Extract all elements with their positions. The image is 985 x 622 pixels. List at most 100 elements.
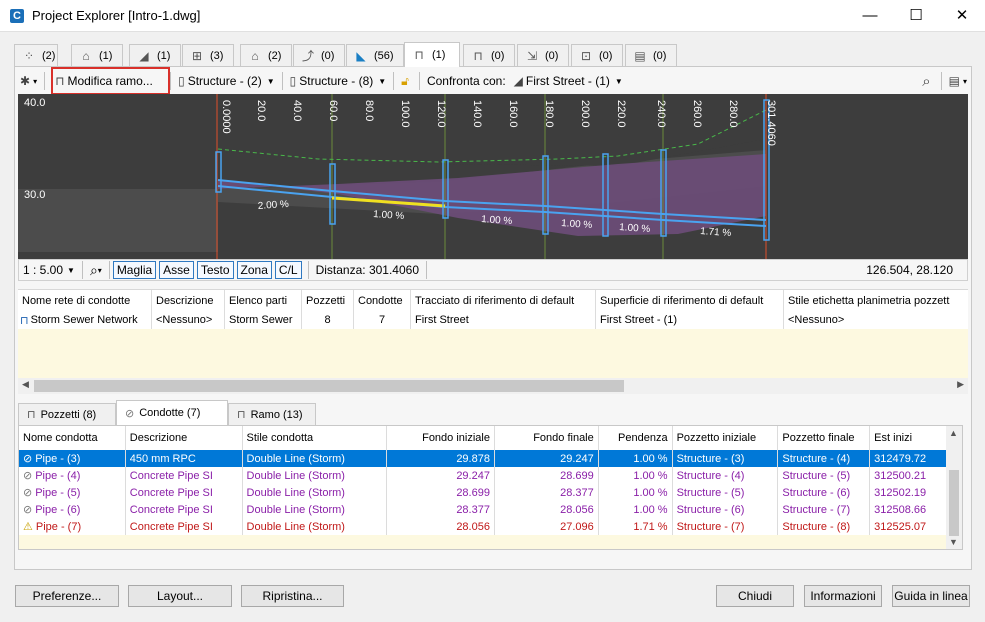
help-button[interactable]: Guida in linea: [892, 585, 970, 607]
corridor-icon: ◣: [356, 48, 366, 63]
table-cell: 312525.07: [874, 520, 927, 533]
column-header[interactable]: Fondo finale: [495, 426, 599, 450]
table-cell: 28.056: [387, 518, 495, 535]
mesh-toggle[interactable]: Maglia: [112, 261, 157, 279]
chiudi-button[interactable]: Chiudi: [716, 585, 794, 607]
zoom-button[interactable]: ⌕: [918, 70, 937, 92]
pipe-network-icon: ⊓: [20, 314, 29, 327]
pipe-row[interactable]: ⚠ Pipe - (7) Concrete Pipe SI Double Line…: [19, 518, 947, 535]
unlock-button[interactable]: 🔓︎: [397, 70, 416, 92]
ripristina-button[interactable]: Ripristina...: [241, 585, 344, 607]
scroll-up-icon[interactable]: ▲: [949, 428, 958, 438]
pipe-row[interactable]: ⊘ Pipe - (4) Concrete Pipe SI Double Line…: [19, 467, 947, 484]
scroll-right-icon[interactable]: ▶: [957, 379, 964, 390]
end-structure-dropdown[interactable]: ▯ Structure - (8) ▼: [286, 70, 391, 92]
table-cell: 8: [302, 311, 354, 329]
column-header[interactable]: Descrizione: [126, 426, 243, 450]
tab-parcels[interactable]: ⊞ (3): [182, 44, 234, 66]
options-menu-button[interactable]: ✱ ▾: [16, 70, 41, 92]
scroll-thumb[interactable]: [34, 380, 624, 392]
column-header[interactable]: Stile condotta: [243, 426, 388, 450]
view-menu-button[interactable]: ▤ ▾: [945, 70, 971, 92]
tab-feature-lines[interactable]: ⤴ (0): [293, 44, 345, 66]
tab-count: (0): [491, 49, 505, 62]
column-header[interactable]: Nome rete di condotte: [18, 290, 152, 311]
parcel-icon: ⊞: [191, 48, 203, 63]
close-button[interactable]: ✕: [939, 0, 985, 32]
tab-alignments[interactable]: ◢ (1): [129, 44, 181, 66]
table-cell: First Street - (1): [596, 311, 784, 329]
preferenze-button[interactable]: Preferenze...: [15, 585, 119, 607]
structure-icon: ▯: [178, 74, 185, 88]
column-header[interactable]: Condotte: [354, 290, 411, 311]
search-icon: ⌕: [89, 261, 98, 278]
text-toggle[interactable]: Testo: [196, 261, 234, 279]
tab-ramo[interactable]: ⊓ Ramo (13): [228, 403, 316, 425]
view-frame-icon: ⊡: [580, 48, 592, 63]
tab-data-shortcuts[interactable]: ▤ (0): [625, 44, 677, 66]
column-header[interactable]: Est inizi: [870, 426, 947, 450]
minimize-button[interactable]: —: [847, 0, 893, 32]
maximize-button[interactable]: ☐: [893, 0, 939, 32]
zone-toggle[interactable]: Zona: [236, 261, 272, 279]
tab-grading[interactable]: ⇲ (0): [517, 44, 569, 66]
tab-corridors[interactable]: ◣ (56): [346, 44, 404, 66]
scroll-left-icon[interactable]: ◀: [22, 379, 29, 390]
column-header[interactable]: Pozzetti: [302, 290, 354, 311]
column-header[interactable]: Fondo iniziale: [387, 426, 495, 450]
table-cell: <Nessuno>: [152, 311, 225, 329]
scroll-thumb[interactable]: [949, 470, 959, 536]
cell-text: Storm Sewer Network: [30, 314, 138, 326]
column-header[interactable]: Superficie di riferimento di default: [596, 290, 784, 311]
pipe-row[interactable]: ⊘ Pipe - (6) Concrete Pipe SI Double Line…: [19, 501, 947, 518]
zoom-dropdown[interactable]: ⌕ ▾: [86, 262, 106, 279]
vertical-scrollbar[interactable]: ▲ ▼: [946, 425, 963, 550]
station-label: 240.0: [655, 100, 667, 128]
column-header[interactable]: Descrizione: [152, 290, 225, 311]
table-cell: Structure - (6): [778, 484, 871, 501]
layout-button[interactable]: Layout...: [128, 585, 232, 607]
table-cell: 29.878: [387, 450, 495, 467]
column-header[interactable]: Pendenza: [599, 426, 673, 450]
slope-label: 2.00 %: [257, 199, 289, 212]
column-header[interactable]: Tracciato di riferimento di default: [411, 290, 596, 311]
centerline-toggle[interactable]: C/L: [274, 261, 302, 279]
separator: [426, 261, 427, 279]
profile-view[interactable]: 40.0 30.0 0.0000 20.0 40.0 60.0 80.0 100…: [18, 94, 968, 259]
column-header[interactable]: Nome condotta: [19, 426, 126, 450]
scroll-down-icon[interactable]: ▼: [949, 537, 958, 547]
pipe-row[interactable]: ⊘ Pipe - (5) Concrete Pipe SI Double Line…: [19, 484, 947, 501]
tab-condotte[interactable]: ⊘ Condotte (7): [116, 400, 228, 425]
compare-alignment-dropdown[interactable]: ◢ First Street - (1) ▼: [510, 70, 627, 92]
horizontal-scrollbar[interactable]: ◀ ▶: [18, 378, 968, 394]
column-header[interactable]: Pozzetto iniziale: [673, 426, 779, 450]
tab-sites[interactable]: ⌂ (2): [240, 44, 292, 66]
table-cell: 29.247: [387, 467, 495, 484]
table-cell: 312500.21: [874, 469, 927, 482]
tab-pressure-networks[interactable]: ⊓ (0): [463, 44, 515, 66]
tab-surfaces[interactable]: ⌂ (1): [71, 44, 123, 66]
station-label: 140.0: [471, 100, 483, 128]
unlock-icon: 🔓︎: [401, 73, 409, 88]
start-structure-dropdown[interactable]: ▯ Structure - (2) ▼: [174, 70, 279, 92]
axis-toggle[interactable]: Asse: [159, 261, 194, 279]
pipe-row-selected[interactable]: ⊘ Pipe - (3) 450 mm RPC Double Line (Stor…: [19, 450, 947, 467]
column-header[interactable]: Pozzetto finale: [778, 426, 871, 450]
column-header[interactable]: Stile etichetta planimetria pozzett: [784, 290, 968, 311]
informazioni-button[interactable]: Informazioni: [804, 585, 882, 607]
network-table: Nome rete di condotte Descrizione Elenco…: [18, 289, 968, 379]
tab-view-frames[interactable]: ⊡ (0): [571, 44, 623, 66]
pipe-icon: ⊘: [23, 487, 33, 499]
tab-pozzetti[interactable]: ⊓ Pozzetti (8): [18, 403, 116, 425]
slope-label: 1.00 %: [373, 209, 405, 222]
pipe-name-cell: ⊘ Pipe - (6): [19, 501, 126, 518]
table-cell: Structure - (5): [778, 467, 871, 484]
site-icon: ⌂: [251, 48, 259, 63]
network-row[interactable]: ⊓ Storm Sewer Network <Nessuno> Storm Sew…: [18, 311, 968, 329]
scale-dropdown[interactable]: 1 : 5.00 ▼: [19, 263, 79, 277]
tab-points[interactable]: ⁘ (2): [14, 44, 58, 66]
column-header[interactable]: Elenco parti: [225, 290, 302, 311]
tab-pipe-networks[interactable]: ⊓ (1): [404, 42, 460, 67]
table-cell: 1.71 %: [599, 518, 673, 535]
table-cell: First Street: [411, 311, 596, 329]
